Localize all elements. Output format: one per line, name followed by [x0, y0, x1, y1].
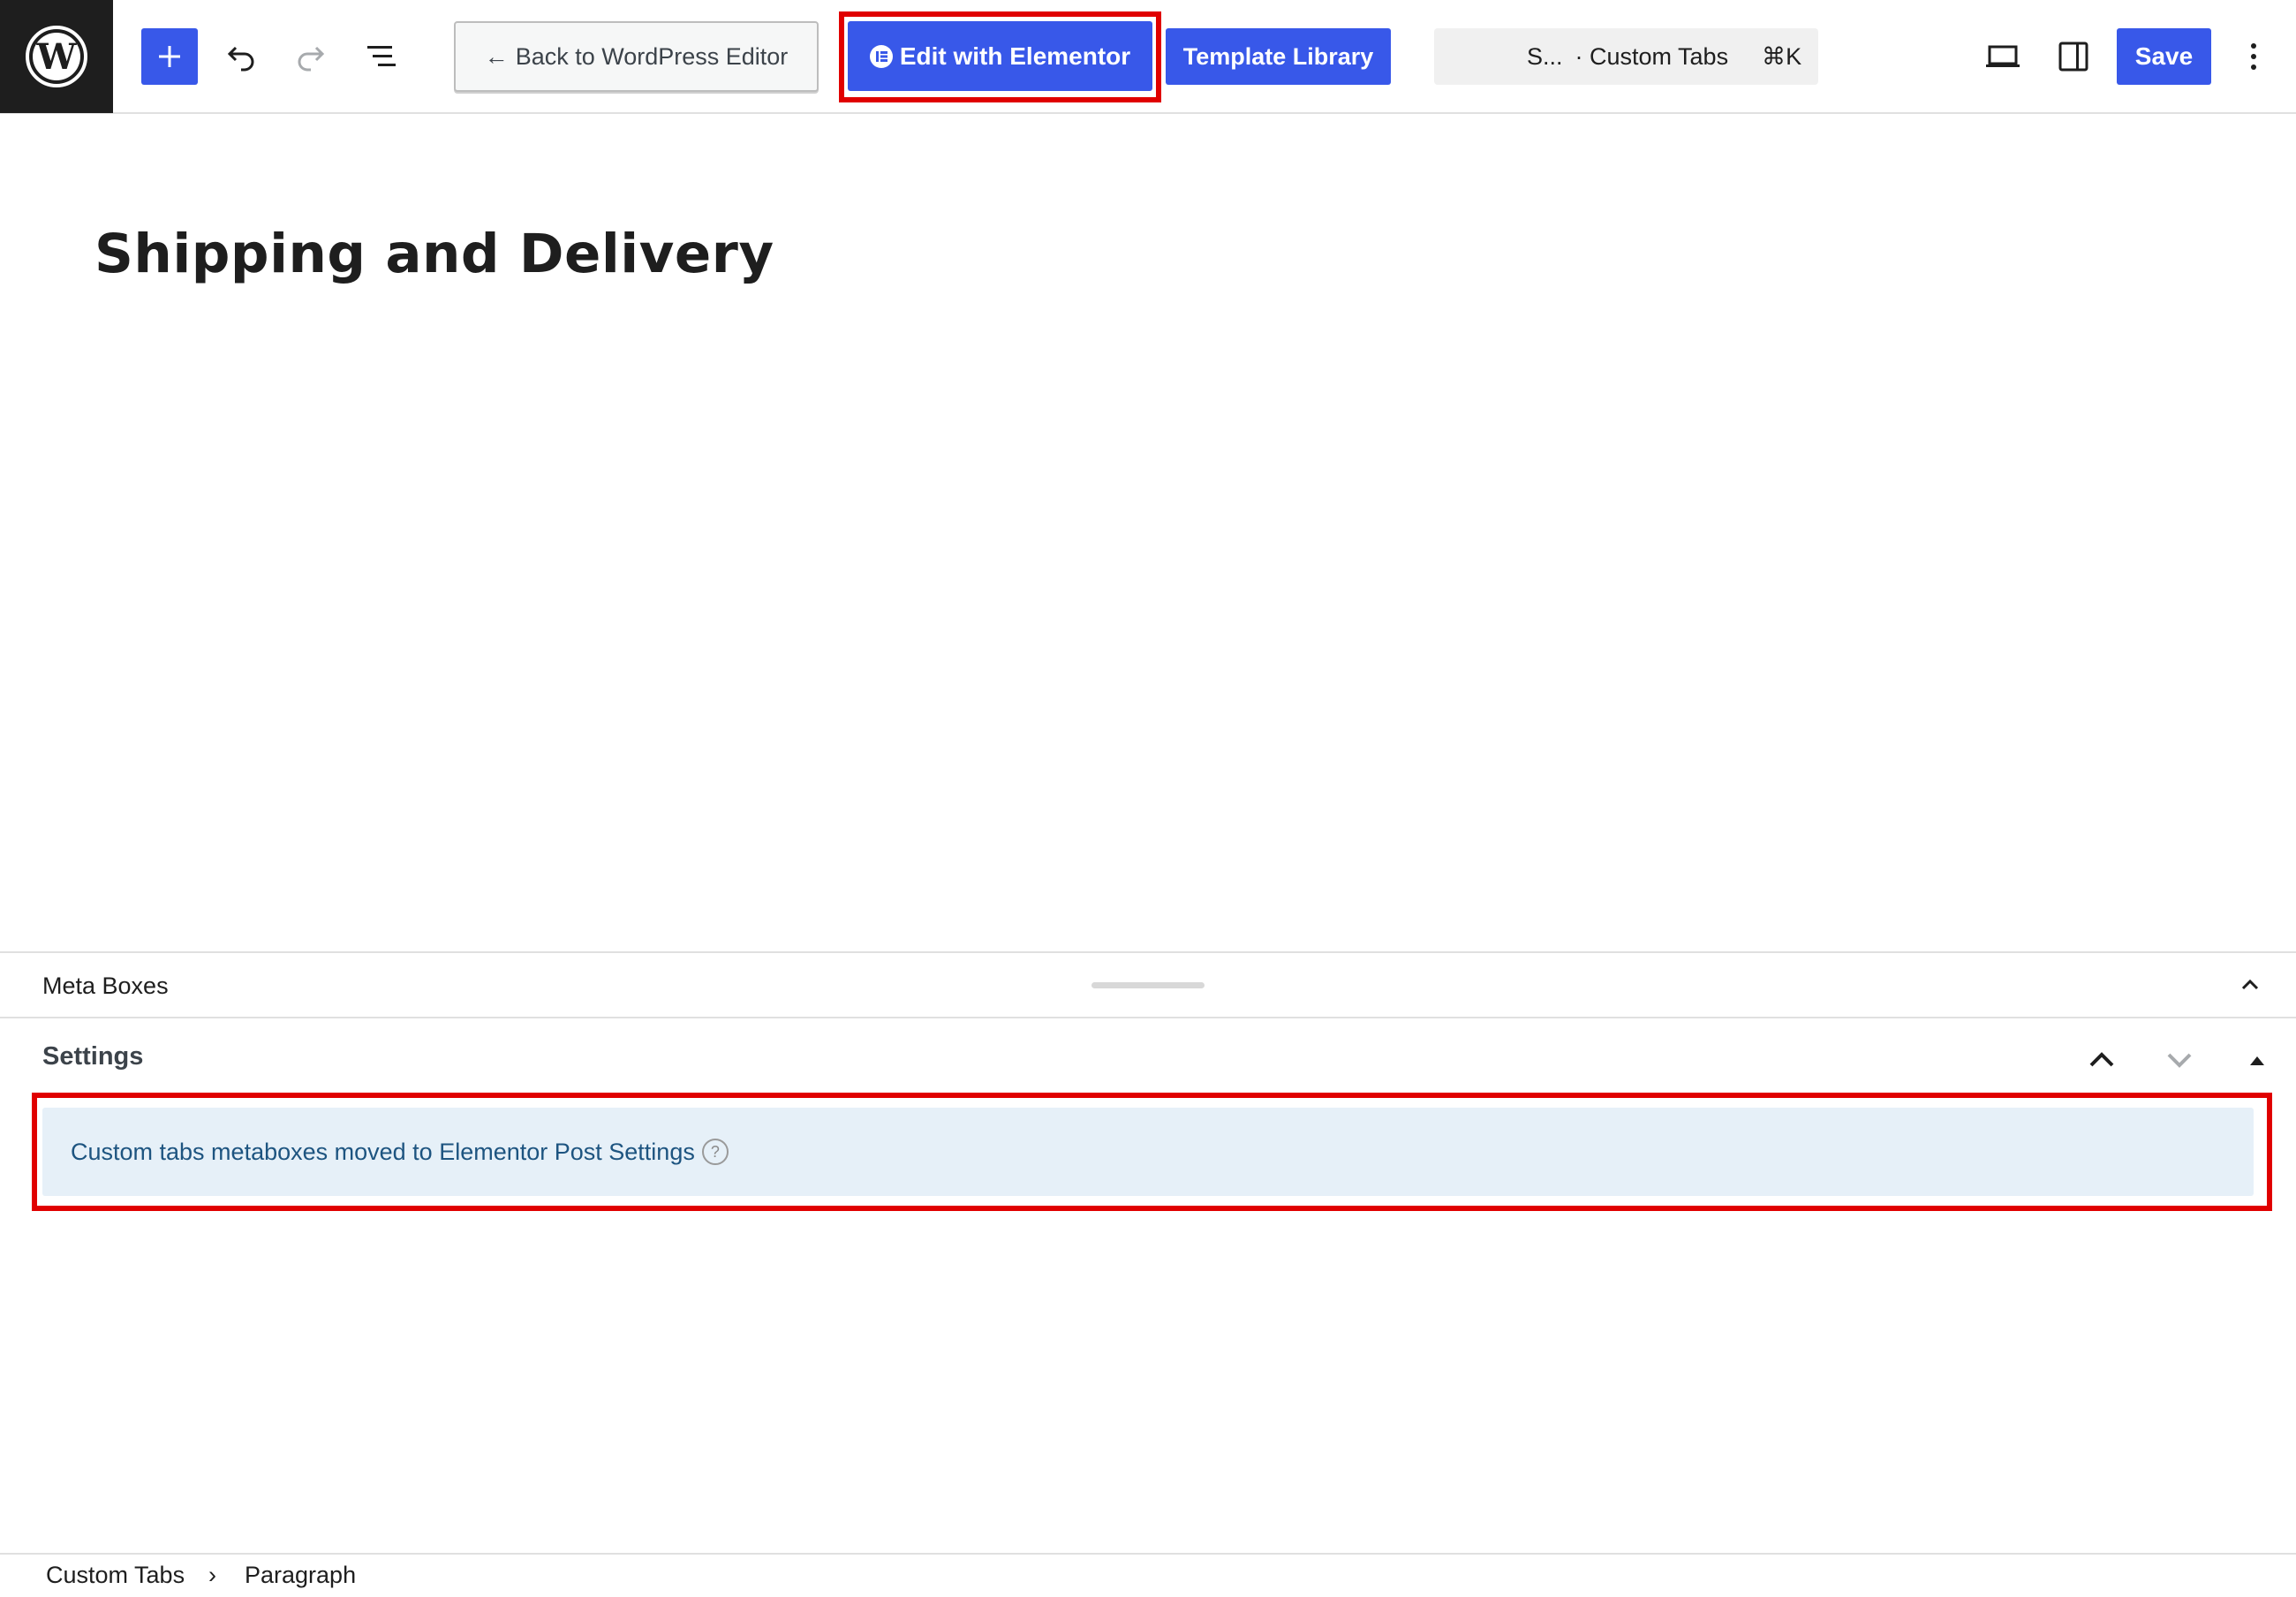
chevron-down-icon [2167, 1053, 2192, 1068]
chevron-up-icon [2241, 979, 2259, 990]
meta-boxes-header: Meta Boxes [0, 951, 2296, 1018]
save-button[interactable]: Save [2117, 28, 2211, 85]
breadcrumb-separator-icon: › [208, 1562, 216, 1588]
view-preview-button[interactable] [1975, 28, 2031, 85]
svg-text:W: W [36, 36, 78, 78]
undo-icon [227, 46, 254, 72]
document-overview-button[interactable] [353, 28, 410, 85]
template-library-button[interactable]: Template Library [1166, 28, 1391, 85]
breadcrumb-item-custom-tabs[interactable]: Custom Tabs [46, 1562, 185, 1589]
post-title[interactable]: Shipping and Delivery [94, 223, 774, 285]
info-notice: Custom tabs metaboxes moved to Elementor… [42, 1108, 2254, 1196]
meta-boxes-title: Meta Boxes [42, 973, 169, 999]
chevron-up-icon [2089, 1052, 2114, 1067]
move-down-button[interactable] [2156, 1037, 2202, 1083]
help-icon[interactable]: ? [701, 1139, 729, 1165]
sidebar-toggle-icon [2058, 42, 2088, 72]
elementor-button-label: Edit with Elementor [899, 42, 1131, 70]
breadcrumb-item-paragraph[interactable]: Paragraph [245, 1562, 356, 1589]
block-inserter-button[interactable] [141, 28, 198, 85]
block-breadcrumb: Custom Tabs › Paragraph [0, 1553, 2296, 1597]
more-vertical-icon [2251, 43, 2256, 70]
command-shortcut: ⌘K [1762, 42, 1802, 70]
back-to-wordpress-editor-button[interactable]: ← Back to WordPress Editor [454, 21, 819, 92]
laptop-icon [1986, 45, 2020, 67]
edit-with-elementor-button[interactable]: Edit with Elementor [848, 21, 1152, 91]
document-title: S... [1527, 42, 1563, 70]
elementor-icon [869, 44, 893, 68]
wordpress-logo-icon[interactable]: W [0, 0, 113, 113]
list-view-icon [367, 46, 396, 66]
command-palette-bar[interactable]: S... · Custom Tabs ⌘K [1434, 28, 1818, 85]
triangle-up-icon [2250, 1056, 2264, 1065]
settings-sidebar-toggle[interactable] [2045, 28, 2102, 85]
options-menu-button[interactable] [2225, 28, 2282, 85]
save-button-label: Save [2134, 42, 2194, 70]
editor-toolbar: W ← Back to WordPress Editor Edit with E… [0, 0, 2296, 114]
notice-text: Custom tabs metaboxes moved to Elementor… [71, 1138, 695, 1165]
toggle-panel-button[interactable] [2234, 1037, 2280, 1083]
template-library-label: Template Library [1182, 42, 1374, 70]
redo-icon [298, 46, 325, 72]
meta-boxes-collapse-button[interactable] [2231, 965, 2270, 1004]
arrow-left-icon: ← [484, 42, 509, 70]
settings-metabox-title: Settings [42, 1042, 144, 1071]
plus-icon [159, 46, 180, 67]
resize-handle[interactable] [1091, 982, 1205, 988]
redo-button[interactable] [283, 28, 339, 85]
document-type: · Custom Tabs [1575, 42, 1729, 70]
back-button-label: Back to WordPress Editor [515, 42, 789, 70]
undo-button[interactable] [213, 28, 269, 85]
move-up-button[interactable] [2079, 1037, 2125, 1083]
